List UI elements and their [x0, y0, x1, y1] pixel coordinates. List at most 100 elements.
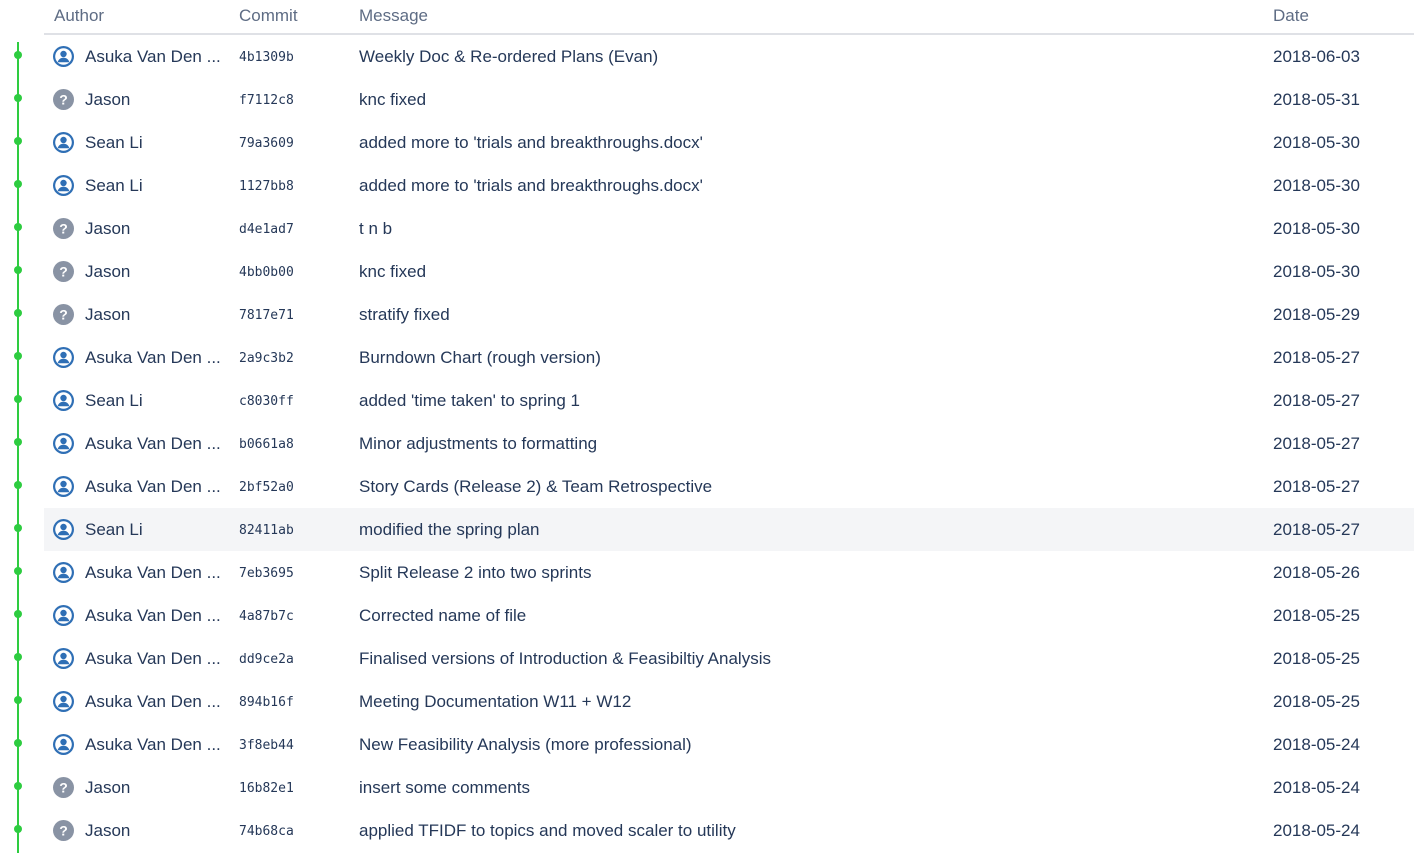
commit-row[interactable]: Asuka Van Den ... 4b1309b Weekly Doc & R… [44, 35, 1414, 78]
graph-commit-node [14, 696, 22, 704]
commit-message-link[interactable]: knc fixed [359, 90, 426, 110]
author-name[interactable]: Jason [85, 262, 130, 282]
commit-message-link[interactable]: Burndown Chart (rough version) [359, 348, 601, 368]
commit-hash-link[interactable]: 1127bb8 [239, 179, 294, 194]
commit-row[interactable]: Asuka Van Den ... 2a9c3b2 Burndown Chart… [44, 336, 1414, 379]
commit-message-link[interactable]: stratify fixed [359, 305, 450, 325]
commit-hash-link[interactable]: 74b68ca [239, 824, 294, 839]
graph-commit-node [14, 739, 22, 747]
commit-row[interactable]: Sean Li 79a3609 added more to 'trials an… [44, 121, 1414, 164]
commit-message-link[interactable]: insert some comments [359, 778, 530, 798]
graph-commit-node [14, 94, 22, 102]
user-avatar-icon [53, 46, 74, 67]
user-avatar-icon [53, 476, 74, 497]
commit-message-link[interactable]: New Feasibility Analysis (more professio… [359, 735, 692, 755]
commit-hash-link[interactable]: 4a87b7c [239, 609, 294, 624]
author-name[interactable]: Asuka Van Den ... [85, 434, 221, 454]
user-avatar-icon [53, 648, 74, 669]
commit-row[interactable]: Sean Li 1127bb8 added more to 'trials an… [44, 164, 1414, 207]
commit-hash-link[interactable]: d4e1ad7 [239, 222, 294, 237]
commit-hash-link[interactable]: 4b1309b [239, 50, 294, 65]
commit-row[interactable]: Asuka Van Den ... 2bf52a0 Story Cards (R… [44, 465, 1414, 508]
column-header-date: Date [1273, 6, 1309, 25]
commit-message-link[interactable]: Corrected name of file [359, 606, 526, 626]
commit-date: 2018-05-26 [1273, 563, 1360, 582]
author-name[interactable]: Asuka Van Den ... [85, 47, 221, 67]
unknown-user-icon: ? [53, 261, 74, 282]
commit-message-link[interactable]: Meeting Documentation W11 + W12 [359, 692, 631, 712]
column-header-message: Message [359, 6, 428, 25]
commit-date: 2018-05-24 [1273, 735, 1360, 754]
author-name[interactable]: Sean Li [85, 176, 143, 196]
commit-date: 2018-05-25 [1273, 692, 1360, 711]
commit-message-link[interactable]: Finalised versions of Introduction & Fea… [359, 649, 771, 669]
commit-message-link[interactable]: added more to 'trials and breakthroughs.… [359, 133, 703, 153]
user-avatar-icon [53, 132, 74, 153]
commit-message-link[interactable]: Minor adjustments to formatting [359, 434, 597, 454]
graph-commit-node [14, 610, 22, 618]
commit-row[interactable]: Sean Li 82411ab modified the spring plan… [44, 508, 1414, 551]
author-name[interactable]: Jason [85, 305, 130, 325]
commit-hash-link[interactable]: 4bb0b00 [239, 265, 294, 280]
author-name[interactable]: Asuka Van Den ... [85, 692, 221, 712]
commit-message-link[interactable]: Weekly Doc & Re-ordered Plans (Evan) [359, 47, 658, 67]
commit-hash-link[interactable]: 7817e71 [239, 308, 294, 323]
author-name[interactable]: Asuka Van Den ... [85, 477, 221, 497]
commit-row[interactable]: Asuka Van Den ... b0661a8 Minor adjustme… [44, 422, 1414, 465]
commit-row[interactable]: ? Jason d4e1ad7 t n b 2018-05-30 [44, 207, 1414, 250]
commit-hash-link[interactable]: 3f8eb44 [239, 738, 294, 753]
commit-message-link[interactable]: t n b [359, 219, 392, 239]
commit-row[interactable]: ? Jason f7112c8 knc fixed 2018-05-31 [44, 78, 1414, 121]
author-name[interactable]: Sean Li [85, 391, 143, 411]
commit-hash-link[interactable]: 82411ab [239, 523, 294, 538]
commit-row[interactable]: ? Jason 7817e71 stratify fixed 2018-05-2… [44, 293, 1414, 336]
author-name[interactable]: Asuka Van Den ... [85, 348, 221, 368]
unknown-user-icon: ? [53, 218, 74, 239]
commit-date: 2018-05-27 [1273, 348, 1360, 367]
commit-hash-link[interactable]: 7eb3695 [239, 566, 294, 581]
commit-row[interactable]: ? Jason 4bb0b00 knc fixed 2018-05-30 [44, 250, 1414, 293]
commit-row[interactable]: ? Jason 16b82e1 insert some comments 201… [44, 766, 1414, 809]
commit-message-link[interactable]: applied TFIDF to topics and moved scaler… [359, 821, 736, 841]
graph-commit-node [14, 223, 22, 231]
commit-row[interactable]: Sean Li c8030ff added 'time taken' to sp… [44, 379, 1414, 422]
svg-text:?: ? [59, 780, 68, 796]
commit-hash-link[interactable]: 2a9c3b2 [239, 351, 294, 366]
author-name[interactable]: Sean Li [85, 133, 143, 153]
commit-hash-link[interactable]: b0661a8 [239, 437, 294, 452]
author-name[interactable]: Asuka Van Den ... [85, 606, 221, 626]
commit-hash-link[interactable]: c8030ff [239, 394, 294, 409]
commit-hash-link[interactable]: 2bf52a0 [239, 480, 294, 495]
author-name[interactable]: Sean Li [85, 520, 143, 540]
commit-row[interactable]: Asuka Van Den ... dd9ce2a Finalised vers… [44, 637, 1414, 680]
graph-commit-node [14, 481, 22, 489]
commit-date: 2018-05-27 [1273, 434, 1360, 453]
author-name[interactable]: Asuka Van Den ... [85, 563, 221, 583]
author-name[interactable]: Asuka Van Den ... [85, 735, 221, 755]
column-header-commit: Commit [239, 6, 298, 25]
user-avatar-icon [53, 433, 74, 454]
author-name[interactable]: Asuka Van Den ... [85, 649, 221, 669]
graph-commit-node [14, 438, 22, 446]
commit-hash-link[interactable]: 16b82e1 [239, 781, 294, 796]
commit-message-link[interactable]: Split Release 2 into two sprints [359, 563, 591, 583]
commit-row[interactable]: ? Jason 74b68ca applied TFIDF to topics … [44, 809, 1414, 852]
commit-hash-link[interactable]: 79a3609 [239, 136, 294, 151]
commit-message-link[interactable]: modified the spring plan [359, 520, 540, 540]
commit-message-link[interactable]: added 'time taken' to spring 1 [359, 391, 580, 411]
commit-message-link[interactable]: added more to 'trials and breakthroughs.… [359, 176, 703, 196]
commit-row[interactable]: Asuka Van Den ... 7eb3695 Split Release … [44, 551, 1414, 594]
commit-row[interactable]: Asuka Van Den ... 894b16f Meeting Docume… [44, 680, 1414, 723]
commit-message-link[interactable]: knc fixed [359, 262, 426, 282]
commit-hash-link[interactable]: 894b16f [239, 695, 294, 710]
commit-hash-link[interactable]: f7112c8 [239, 93, 294, 108]
commit-row[interactable]: Asuka Van Den ... 4a87b7c Corrected name… [44, 594, 1414, 637]
author-name[interactable]: Jason [85, 219, 130, 239]
commit-message-link[interactable]: Story Cards (Release 2) & Team Retrospec… [359, 477, 712, 497]
author-name[interactable]: Jason [85, 90, 130, 110]
graph-commit-node [14, 395, 22, 403]
author-name[interactable]: Jason [85, 778, 130, 798]
commit-row[interactable]: Asuka Van Den ... 3f8eb44 New Feasibilit… [44, 723, 1414, 766]
author-name[interactable]: Jason [85, 821, 130, 841]
commit-hash-link[interactable]: dd9ce2a [239, 652, 294, 667]
